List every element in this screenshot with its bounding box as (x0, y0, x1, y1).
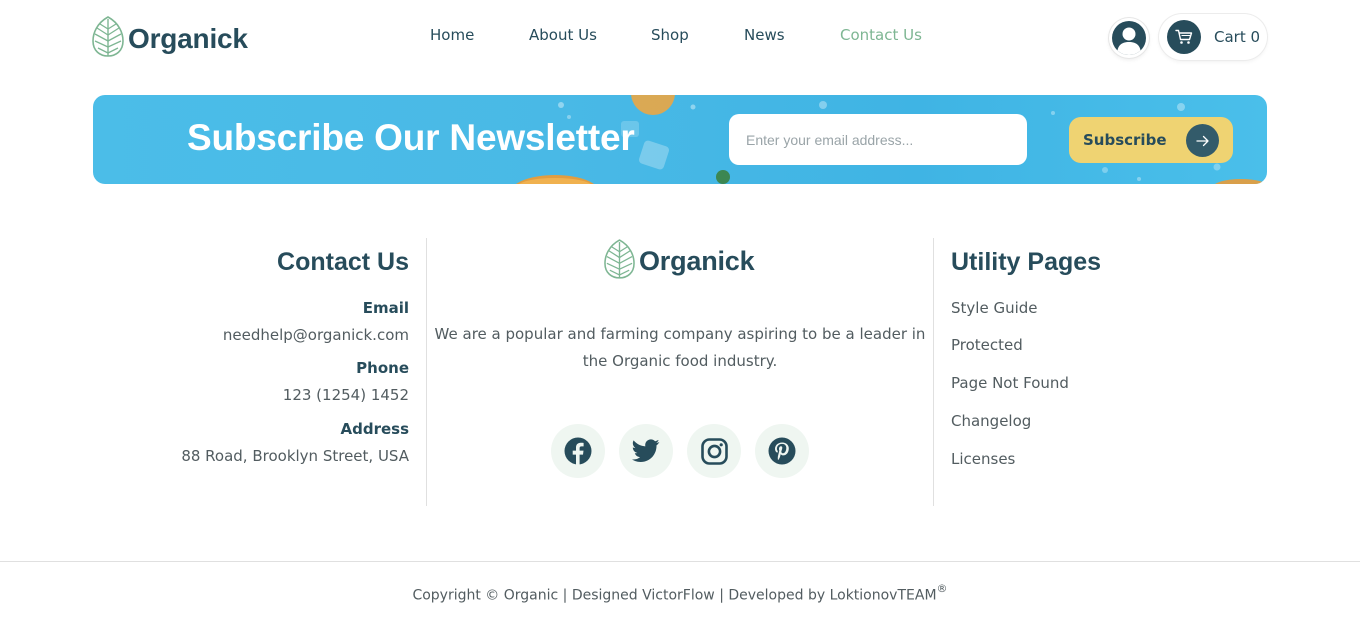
footer-logo[interactable]: Organick (604, 238, 755, 285)
newsletter-title: Subscribe Our Newsletter (187, 117, 635, 158)
twitter-icon[interactable] (619, 424, 673, 478)
nav-about-us[interactable]: About Us (529, 26, 597, 44)
utility-link-style-guide[interactable]: Style Guide (951, 299, 1038, 317)
nav-home[interactable]: Home (430, 26, 474, 44)
pinterest-icon[interactable] (755, 424, 809, 478)
address-label: Address (340, 420, 409, 438)
subscribe-label: Subscribe (1083, 131, 1167, 149)
cart-button[interactable]: Cart 0 (1159, 14, 1267, 60)
phone-label: Phone (356, 359, 409, 377)
utility-link-page-not-found[interactable]: Page Not Found (951, 374, 1069, 392)
nav-news[interactable]: News (744, 26, 785, 44)
phone-value[interactable]: 123 (1254) 1452 (283, 386, 409, 404)
cart-label: Cart 0 (1214, 28, 1261, 46)
utility-heading: Utility Pages (951, 248, 1102, 276)
email-input[interactable] (729, 114, 1027, 165)
footer-divider (0, 561, 1360, 562)
column-divider-right (933, 238, 934, 506)
copyright-label: Copyright © Organic | Designed VictorFlo… (412, 587, 937, 604)
arrow-right-icon (1186, 124, 1219, 157)
cart-icon (1167, 20, 1201, 54)
trademark-symbol: ® (936, 582, 948, 595)
newsletter-banner: Subscribe Our Newsletter Subscribe (93, 95, 1267, 184)
about-description: We are a popular and farming company asp… (434, 325, 926, 370)
contact-heading: Contact Us (277, 248, 409, 276)
main-nav: Home About Us Shop News Contact Us (0, 26, 1360, 48)
email-label: Email (362, 299, 409, 317)
copyright-text: Copyright © Organic | Designed VictorFlo… (0, 582, 1360, 604)
facebook-icon[interactable] (551, 424, 605, 478)
leaf-logo-icon (604, 238, 635, 285)
utility-link-changelog[interactable]: Changelog (951, 412, 1031, 430)
email-value[interactable]: needhelp@organick.com (223, 326, 409, 344)
user-icon (1112, 21, 1146, 55)
instagram-icon[interactable] (687, 424, 741, 478)
account-button[interactable] (1109, 18, 1149, 58)
utility-link-protected[interactable]: Protected (951, 336, 1023, 354)
nav-shop[interactable]: Shop (651, 26, 689, 44)
social-links (551, 424, 809, 478)
utility-link-licenses[interactable]: Licenses (951, 450, 1015, 468)
footer-logo-text: Organick (639, 246, 755, 276)
site-header: Organick Home About Us Shop News Contact… (0, 0, 1360, 76)
nav-contact-us[interactable]: Contact Us (840, 26, 922, 44)
subscribe-button[interactable]: Subscribe (1069, 117, 1233, 163)
address-value: 88 Road, Brooklyn Street, USA (181, 447, 409, 465)
